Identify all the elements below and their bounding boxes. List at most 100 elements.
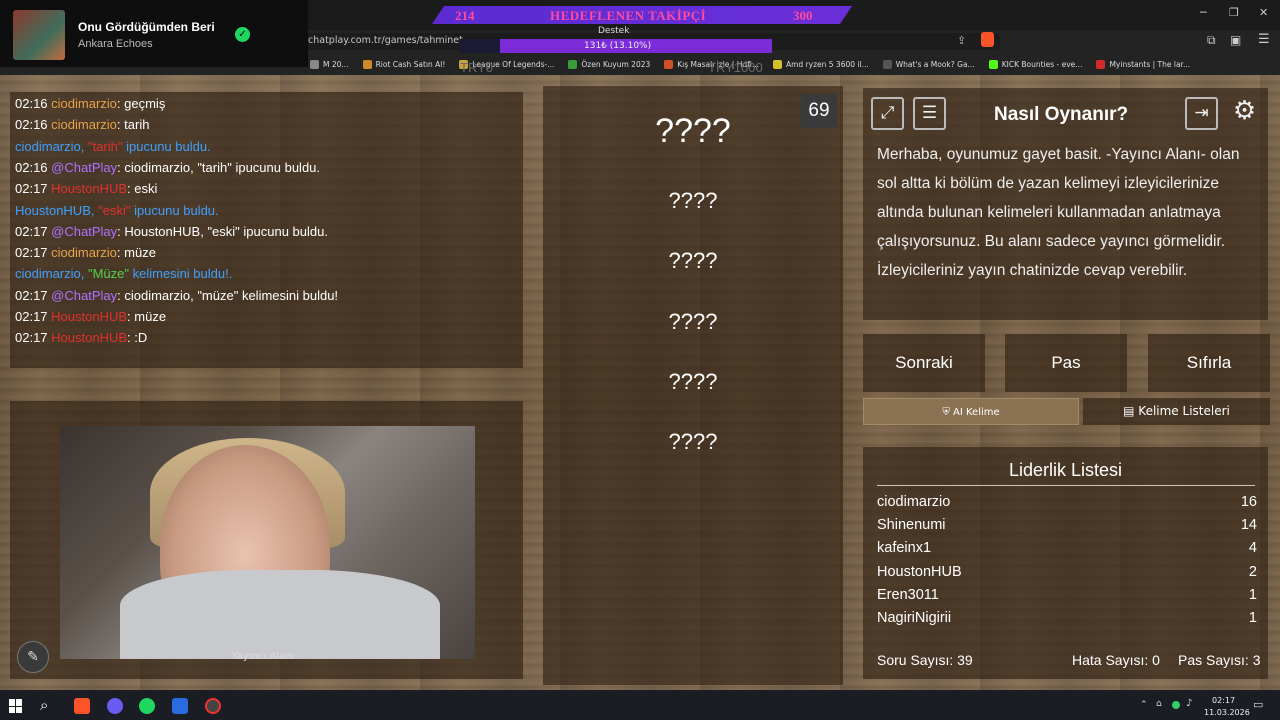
chat-username[interactable]: HoustonHUB: [51, 309, 127, 324]
status-icon[interactable]: [1172, 701, 1180, 709]
exit-icon[interactable]: ⇥: [1185, 97, 1218, 130]
fullscreen-icon[interactable]: ⤢: [871, 97, 904, 130]
player-name: Shinenumi: [877, 517, 946, 534]
spotify-icon[interactable]: [139, 698, 155, 714]
chat-text: : ciodimarzio, "tarih" ipucunu buldu.: [117, 159, 321, 175]
chat-quoted-word: "tarih": [87, 138, 123, 154]
chat-time: 02:17: [15, 287, 48, 303]
bookmark-item[interactable]: Riot Cash Satın Al!: [362, 59, 446, 69]
chat-username[interactable]: ciodimarzio: [51, 96, 117, 111]
chat-username[interactable]: @ChatPlay: [51, 224, 117, 239]
bookmark-item[interactable]: M 20...: [310, 59, 349, 69]
leaderboard-row: ciodimarzio 16: [877, 494, 1257, 510]
chat-text: : müze: [116, 245, 156, 261]
notes-icon[interactable]: ☰: [913, 97, 946, 130]
chat-username[interactable]: ciodimarzio,: [15, 139, 88, 154]
bookmark-item[interactable]: KICK Bounties - eve...: [988, 59, 1082, 69]
chat-username[interactable]: HoustonHUB: [51, 181, 127, 196]
webcam-person-sweater: [120, 570, 440, 659]
ai-icon: ⛨: [942, 407, 954, 418]
pass-count: Pas Sayısı: 3: [1178, 652, 1261, 668]
minimize-icon[interactable]: ─: [1200, 6, 1207, 19]
bookmark-item[interactable]: Myinstants | The lar...: [1096, 59, 1190, 69]
chat-username[interactable]: ciodimarzio: [51, 245, 117, 260]
bookmark-item[interactable]: What's a Mook? Ga...: [882, 59, 975, 69]
player-name: HoustonHUB: [877, 563, 962, 580]
chat-text: : tarih: [116, 117, 150, 133]
chat-username[interactable]: @ChatPlay: [51, 288, 117, 303]
donation-max-label: TRY1000: [708, 60, 763, 75]
restore-icon[interactable]: ❐: [1229, 6, 1239, 19]
chat-message: 02:17 HoustonHUB: müze: [15, 309, 166, 324]
next-button[interactable]: Sonraki: [863, 334, 985, 392]
close-icon[interactable]: ✕: [1259, 6, 1268, 19]
donation-label: Destek: [598, 26, 630, 36]
extensions-icon[interactable]: ⧉: [1207, 33, 1216, 48]
pen-icon[interactable]: ✎: [17, 641, 49, 673]
clock-date[interactable]: 11.03.2026: [1204, 708, 1250, 717]
brave-icon[interactable]: [74, 698, 90, 714]
chat-message: ciodimarzio, "Müze" kelimesini buldu!.: [15, 266, 232, 281]
start-icon[interactable]: [9, 699, 23, 713]
gear-icon[interactable]: ⚙: [1228, 97, 1261, 130]
notifications-icon[interactable]: ▭: [1253, 698, 1263, 711]
clock-time[interactable]: 02:17: [1212, 696, 1235, 705]
player-score: 14: [1240, 517, 1257, 534]
hint-word: ????: [668, 369, 718, 394]
how-to-title: Nasıl Oynanır?: [994, 104, 1129, 125]
chat-quoted-word: "eski": [98, 202, 131, 218]
list-icon: ▤: [1123, 404, 1139, 418]
search-icon[interactable]: ⌕: [40, 696, 48, 714]
player-score: 4: [1248, 540, 1257, 557]
chat-message: 02:17 @ChatPlay: HoustonHUB, "eski" ipuc…: [15, 224, 328, 239]
chat-time: 02:17: [15, 223, 48, 239]
streamer-area-label: Yayıncı Alanı: [232, 651, 295, 662]
chat-quoted-word: "Müze": [87, 266, 129, 282]
bookmark-icon: [882, 59, 892, 69]
chat-username[interactable]: HoustonHUB: [51, 330, 127, 345]
network-icon[interactable]: ⌂: [1156, 699, 1162, 709]
leaderboard-row: Shinenumi 14: [877, 517, 1257, 533]
chat-time: 02:17: [15, 245, 48, 261]
words-panel: ???? ???? ???? ???? ???? ????: [543, 86, 843, 685]
song-title: Onu Gördüğümden Beri: [78, 20, 215, 34]
player-name: ciodimarzio: [877, 494, 951, 510]
divider: [877, 485, 1255, 486]
bookmark-item[interactable]: Özen Kuyum 2023: [568, 59, 651, 69]
pass-button[interactable]: Pas: [1005, 334, 1127, 392]
chat-username[interactable]: HoustonHUB,: [15, 203, 98, 218]
url-text[interactable]: chatplay.com.tr/games/tahminet: [308, 35, 463, 46]
brave-shield-icon[interactable]: [981, 32, 994, 47]
chat-text: : eski: [127, 181, 158, 197]
hint-word: ????: [668, 429, 718, 454]
sidebar-icon[interactable]: ▣: [1230, 33, 1241, 47]
word-lists-button[interactable]: ▤ Kelime Listeleri: [1083, 398, 1270, 425]
app-icon[interactable]: [172, 698, 188, 714]
hint-word: ????: [668, 309, 718, 334]
check-icon: ✓: [235, 27, 250, 42]
chat-text: : müze: [127, 309, 167, 324]
donation-progress-text: 131₺ (13.10%): [584, 41, 652, 51]
ai-word-button[interactable]: ⛨ AI Kelime: [863, 398, 1079, 425]
player-score: 1: [1248, 610, 1257, 626]
chat-message: HoustonHUB, "eski" ipucunu buldu.: [15, 203, 219, 218]
chat-time: 02:16: [15, 96, 48, 111]
menu-icon[interactable]: ☰: [1258, 32, 1270, 47]
volume-icon[interactable]: ♪: [1186, 698, 1192, 709]
bookmark-label: Riot Cash Satın Al!: [375, 59, 446, 69]
chat-username[interactable]: ciodimarzio,: [15, 266, 88, 281]
error-count: Hata Sayısı: 0: [1072, 652, 1160, 668]
chat-time: 02:17: [15, 309, 48, 324]
reset-button[interactable]: Sıfırla: [1148, 334, 1270, 392]
chat-message: 02:17 ciodimarzio: müze: [15, 245, 156, 260]
timer: 69: [801, 94, 837, 128]
tray-chevron-icon[interactable]: ⌃: [1140, 700, 1148, 710]
bookmark-item[interactable]: Amd ryzen 5 3600 il...: [772, 59, 869, 69]
chat-username[interactable]: @ChatPlay: [51, 160, 117, 175]
obs-icon[interactable]: [205, 698, 221, 714]
bookmark-label: Özen Kuyum 2023: [581, 59, 651, 69]
hint-word: ????: [668, 248, 718, 273]
discord-icon[interactable]: [107, 698, 123, 714]
share-icon[interactable]: ⇪: [957, 34, 966, 47]
chat-username[interactable]: ciodimarzio: [51, 117, 117, 132]
